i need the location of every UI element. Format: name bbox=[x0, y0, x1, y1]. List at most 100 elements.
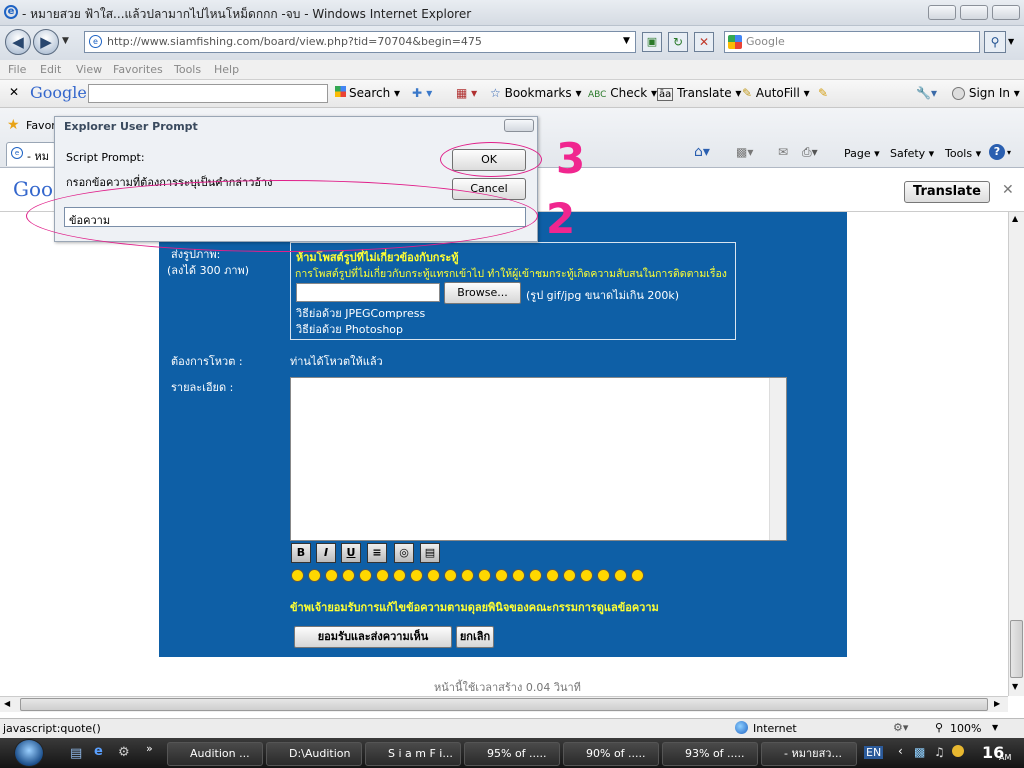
minimize-button[interactable] bbox=[928, 5, 956, 20]
read-mail-icon[interactable]: ✉ bbox=[778, 145, 788, 159]
check-button[interactable]: ABC Check ▾ bbox=[588, 86, 657, 100]
tools-menu[interactable]: Tools ▾ bbox=[945, 147, 981, 160]
smiley-icon[interactable] bbox=[597, 569, 610, 582]
quicklaunch-more-icon[interactable]: » bbox=[146, 742, 153, 755]
taskbar-item-audition[interactable]: Audition ... bbox=[167, 742, 263, 766]
google-toolbar-search-input[interactable] bbox=[88, 84, 328, 103]
taskbar-item-siamfishing[interactable]: S i a m F i... bbox=[365, 742, 461, 766]
help-dropdown-icon[interactable]: ▾ bbox=[1007, 148, 1011, 157]
dialog-close-button[interactable] bbox=[504, 119, 534, 132]
stop-icon[interactable]: ✕ bbox=[694, 32, 714, 52]
highlight-icon[interactable]: ✎ bbox=[818, 86, 828, 100]
show-desktop-icon[interactable]: ▤ bbox=[70, 746, 82, 761]
scroll-up-icon[interactable]: ▲ bbox=[1012, 214, 1018, 223]
smiley-icon[interactable] bbox=[546, 569, 559, 582]
history-dropdown-icon[interactable]: ▼ bbox=[62, 36, 69, 46]
smiley-icon[interactable] bbox=[342, 569, 355, 582]
search-button[interactable]: Search ▾ bbox=[335, 86, 400, 100]
help-icon[interactable]: ? bbox=[989, 144, 1005, 160]
menu-edit[interactable]: Edit bbox=[40, 63, 61, 76]
protected-mode-icon[interactable]: ⚙▾ bbox=[893, 721, 908, 734]
plus-icon[interactable]: ✚ ▾ bbox=[412, 86, 432, 100]
zoom-icon[interactable]: ⚲ bbox=[935, 721, 943, 734]
compat-view-icon[interactable]: ▣ bbox=[642, 32, 662, 52]
tray-expand-icon[interactable]: ‹ bbox=[898, 744, 903, 758]
zoom-level[interactable]: 100% bbox=[950, 722, 981, 735]
favorites-star-icon[interactable]: ★ bbox=[7, 117, 20, 133]
signin-button[interactable]: Sign In ▾ bbox=[952, 86, 1020, 100]
search-go-icon[interactable]: ⚲ bbox=[984, 31, 1006, 53]
smiley-icon[interactable] bbox=[478, 569, 491, 582]
menu-file[interactable]: File bbox=[8, 63, 26, 76]
search-box[interactable]: Google bbox=[724, 31, 980, 53]
smiley-icon[interactable] bbox=[427, 569, 440, 582]
back-button[interactable]: ◀ bbox=[5, 29, 31, 55]
file-path-input[interactable] bbox=[296, 283, 440, 302]
scroll-thumb[interactable] bbox=[1010, 620, 1023, 678]
smiley-icon[interactable] bbox=[631, 569, 644, 582]
smiley-icon[interactable] bbox=[410, 569, 423, 582]
feeds-icon[interactable]: ▩▾ bbox=[736, 145, 753, 159]
print-icon[interactable]: ⎙▾ bbox=[802, 145, 818, 160]
translate-bar-close-icon[interactable]: ✕ bbox=[1002, 182, 1014, 198]
italic-button[interactable]: I bbox=[316, 543, 336, 563]
translate-toolbar-button[interactable]: āa Translate ▾ bbox=[657, 86, 741, 101]
underline-button[interactable]: U bbox=[341, 543, 361, 563]
menu-view[interactable]: View bbox=[76, 63, 102, 76]
taskbar-item-download-93[interactable]: 93% of ..... bbox=[662, 742, 758, 766]
smiley-icon[interactable] bbox=[495, 569, 508, 582]
close-window-button[interactable] bbox=[992, 5, 1020, 20]
smiley-icon[interactable] bbox=[291, 569, 304, 582]
quote-button[interactable]: ▤ bbox=[420, 543, 440, 563]
scroll-down-icon[interactable]: ▼ bbox=[1012, 682, 1018, 691]
address-dropdown-icon[interactable]: ▼ bbox=[623, 36, 630, 46]
smiley-icon[interactable] bbox=[325, 569, 338, 582]
page-menu[interactable]: Page ▾ bbox=[844, 147, 880, 160]
taskbar-item-download-95[interactable]: 95% of ..... bbox=[464, 742, 560, 766]
scroll-right-icon[interactable]: ▶ bbox=[994, 699, 1000, 708]
bold-button[interactable]: B bbox=[291, 543, 311, 563]
zoom-dropdown-icon[interactable]: ▼ bbox=[992, 723, 998, 732]
wrench-icon[interactable]: 🔧▾ bbox=[916, 86, 937, 100]
submit-button[interactable]: ยอมรับและส่งความเห็น bbox=[294, 626, 452, 648]
language-indicator[interactable]: EN bbox=[864, 746, 884, 759]
browse-button[interactable]: Browse... bbox=[444, 282, 521, 304]
popup-blocker-icon[interactable]: ▦ ▾ bbox=[456, 86, 477, 100]
smiley-icon[interactable] bbox=[393, 569, 406, 582]
smiley-icon[interactable] bbox=[580, 569, 593, 582]
browser-tab[interactable]: e - หม bbox=[6, 142, 56, 166]
start-button[interactable] bbox=[14, 739, 44, 767]
safety-menu[interactable]: Safety ▾ bbox=[890, 147, 934, 160]
search-options-icon[interactable]: ▼ bbox=[1008, 37, 1014, 46]
smiley-icon[interactable] bbox=[359, 569, 372, 582]
bookmarks-button[interactable]: ☆ Bookmarks ▾ bbox=[490, 86, 581, 100]
quicklaunch-app-icon[interactable]: ⚙ bbox=[118, 745, 130, 760]
taskbar-item-current-page[interactable]: - หมายสว... bbox=[761, 742, 857, 766]
cancel-form-button[interactable]: ยกเลิก bbox=[456, 626, 494, 648]
taskbar-item-folder[interactable]: D:\Audition bbox=[266, 742, 362, 766]
autofill-button[interactable]: ✎ AutoFill ▾ bbox=[742, 86, 810, 100]
home-icon[interactable]: ⌂▾ bbox=[694, 144, 710, 160]
textarea-scrollbar[interactable] bbox=[769, 378, 786, 540]
address-bar[interactable]: e http://www.siamfishing.com/board/view.… bbox=[84, 31, 636, 53]
align-button[interactable]: ≡ bbox=[367, 543, 387, 563]
translate-page-button[interactable]: Translate bbox=[904, 181, 990, 203]
smiley-icon[interactable] bbox=[444, 569, 457, 582]
horizontal-scrollbar[interactable]: ◀ ▶ bbox=[0, 696, 1008, 712]
resize-photoshop-link[interactable]: วิธีย่อด้วย Photoshop bbox=[296, 320, 403, 338]
hscroll-thumb[interactable] bbox=[20, 698, 988, 711]
smiley-icon[interactable] bbox=[563, 569, 576, 582]
smiley-icon[interactable] bbox=[461, 569, 474, 582]
insert-link-button[interactable]: ◎ bbox=[394, 543, 414, 563]
maximize-button[interactable] bbox=[960, 5, 988, 20]
ie-quicklaunch-icon[interactable]: e bbox=[94, 744, 103, 759]
smiley-icon[interactable] bbox=[376, 569, 389, 582]
vertical-scrollbar[interactable]: ▲ ▼ bbox=[1008, 212, 1024, 696]
smiley-icon[interactable] bbox=[308, 569, 321, 582]
scroll-left-icon[interactable]: ◀ bbox=[4, 699, 10, 708]
smiley-icon[interactable] bbox=[529, 569, 542, 582]
smiley-icon[interactable] bbox=[512, 569, 525, 582]
forward-button[interactable]: ▶ bbox=[33, 29, 59, 55]
taskbar-item-download-90[interactable]: 90% of ..... bbox=[563, 742, 659, 766]
toolbar-close-icon[interactable]: ✕ bbox=[9, 85, 19, 99]
